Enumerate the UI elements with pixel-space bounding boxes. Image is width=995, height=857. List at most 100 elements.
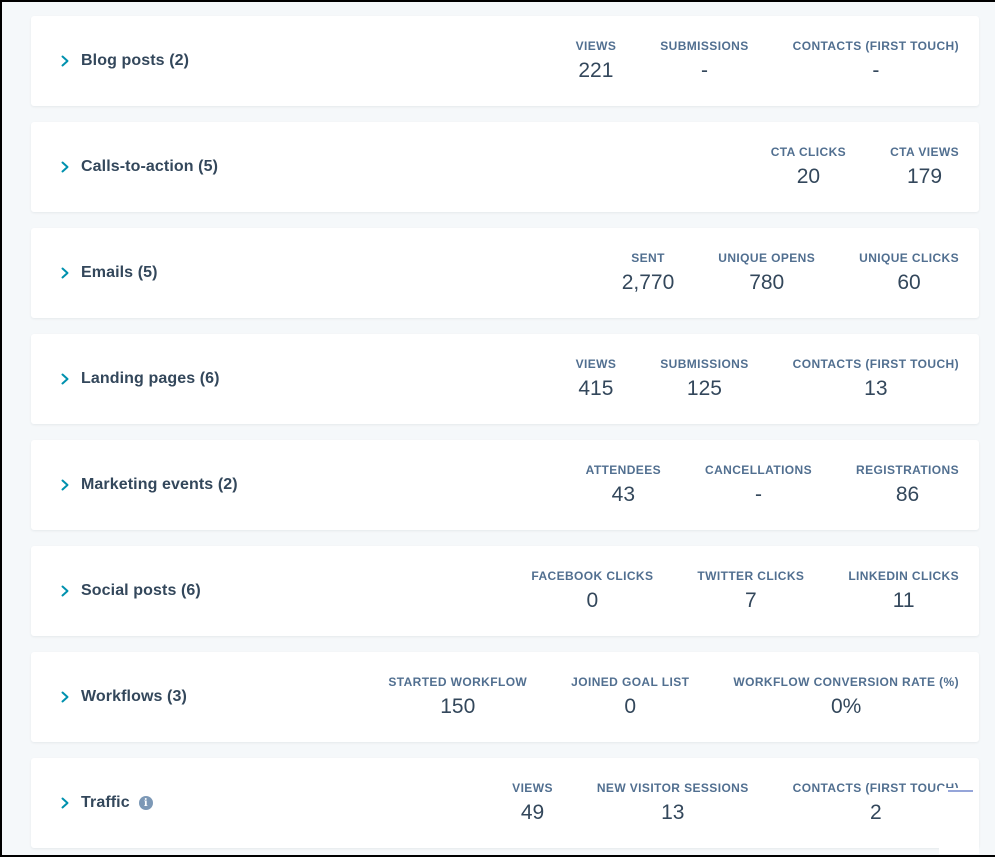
section-expand-toggle[interactable]: Marketing events (2) bbox=[31, 440, 238, 530]
metric-value: 49 bbox=[520, 801, 545, 824]
metric: CONTACTS (FIRST TOUCH) 13 bbox=[793, 334, 959, 401]
chevron-right-icon[interactable] bbox=[57, 371, 73, 387]
metric-value: 415 bbox=[578, 377, 614, 400]
metric-label: NEW VISITOR SESSIONS bbox=[596, 781, 749, 795]
chevron-right-icon[interactable] bbox=[57, 53, 73, 69]
metric-value: 150 bbox=[440, 695, 476, 718]
section-title: Social posts (6) bbox=[81, 582, 201, 599]
asset-sections-list: Blog posts (2) VIEWS 221 SUBMISSIONS - C… bbox=[31, 16, 979, 857]
metric-label: REGISTRATIONS bbox=[856, 463, 959, 477]
metric-value: 2 bbox=[869, 801, 882, 824]
section-metrics: SENT 2,770 UNIQUE OPENS 780 UNIQUE CLICK… bbox=[622, 228, 959, 318]
metric: UNIQUE CLICKS 60 bbox=[859, 228, 959, 295]
info-icon[interactable]: i bbox=[138, 796, 153, 810]
metric-label: CANCELLATIONS bbox=[705, 463, 813, 477]
chevron-right-icon[interactable] bbox=[57, 265, 73, 281]
section-title: Calls-to-action (5) bbox=[81, 158, 219, 175]
metric: ATTENDEES 43 bbox=[586, 440, 661, 507]
metric-label: LINKEDIN CLICKS bbox=[848, 569, 959, 583]
section-card-landing-pages: Landing pages (6) VIEWS 415 SUBMISSIONS … bbox=[31, 334, 979, 424]
metric: CTA CLICKS 20 bbox=[771, 122, 846, 189]
metric-label: VIEWS bbox=[512, 781, 553, 795]
section-card-workflows: Workflows (3) STARTED WORKFLOW 150 JOINE… bbox=[31, 652, 979, 742]
metric-label: FACEBOOK CLICKS bbox=[531, 569, 654, 583]
metric-label: WORKFLOW CONVERSION RATE (%) bbox=[733, 675, 959, 689]
section-card-social-posts: Social posts (6) FACEBOOK CLICKS 0 TWITT… bbox=[31, 546, 979, 636]
metric-label: CONTACTS (FIRST TOUCH) bbox=[792, 781, 959, 795]
section-card-emails: Emails (5) SENT 2,770 UNIQUE OPENS 780 U… bbox=[31, 228, 979, 318]
section-title: Landing pages (6) bbox=[81, 370, 220, 387]
metric: VIEWS 415 bbox=[576, 334, 617, 401]
metric-label: CONTACTS (FIRST TOUCH) bbox=[792, 357, 959, 371]
metric-value: - bbox=[872, 59, 880, 82]
metric-label: SENT bbox=[631, 251, 665, 265]
overlay-indicator bbox=[948, 790, 973, 792]
metric-label: CTA CLICKS bbox=[770, 145, 847, 159]
metric: CONTACTS (FIRST TOUCH) - bbox=[793, 16, 959, 83]
metric: CANCELLATIONS - bbox=[705, 440, 812, 507]
metric-label: VIEWS bbox=[575, 357, 617, 371]
metric-value: 43 bbox=[611, 483, 636, 506]
metric-label: CTA VIEWS bbox=[890, 145, 959, 159]
metric: VIEWS 221 bbox=[576, 16, 617, 83]
metric-value: 13 bbox=[864, 377, 888, 400]
section-expand-toggle[interactable]: Workflows (3) bbox=[31, 652, 187, 742]
section-metrics: FACEBOOK CLICKS 0 TWITTER CLICKS 7 LINKE… bbox=[531, 546, 959, 636]
metric-label: UNIQUE OPENS bbox=[718, 251, 816, 265]
section-card-marketing-events: Marketing events (2) ATTENDEES 43 CANCEL… bbox=[31, 440, 979, 530]
metric: LINKEDIN CLICKS 11 bbox=[848, 546, 959, 613]
metric-label: CONTACTS (FIRST TOUCH) bbox=[792, 39, 959, 53]
section-metrics: VIEWS 415 SUBMISSIONS 125 CONTACTS (FIRS… bbox=[576, 334, 959, 424]
section-metrics: ATTENDEES 43 CANCELLATIONS - REGISTRATIO… bbox=[586, 440, 959, 530]
metric-value: 60 bbox=[897, 271, 921, 294]
section-expand-toggle[interactable]: Traffic i bbox=[31, 758, 153, 848]
overlay-panel bbox=[939, 788, 979, 854]
metric-label: TWITTER CLICKS bbox=[697, 569, 805, 583]
chevron-right-icon[interactable] bbox=[57, 159, 73, 175]
section-card-traffic: Traffic i VIEWS 49 NEW VISITOR SESSIONS … bbox=[31, 758, 979, 854]
metric: UNIQUE OPENS 780 bbox=[718, 228, 815, 295]
chevron-right-icon[interactable] bbox=[57, 477, 73, 493]
metric-label: UNIQUE CLICKS bbox=[859, 251, 959, 265]
metric-value: 2,770 bbox=[621, 271, 675, 294]
metric-value: 11 bbox=[892, 589, 915, 612]
metric-value: - bbox=[755, 483, 763, 506]
metric-value: 13 bbox=[661, 801, 685, 824]
metric: CONTACTS (FIRST TOUCH) 2 bbox=[793, 758, 959, 825]
chevron-right-icon[interactable] bbox=[57, 689, 73, 705]
metric-value: 20 bbox=[796, 165, 821, 188]
chevron-right-icon[interactable] bbox=[57, 795, 73, 811]
section-expand-toggle[interactable]: Calls-to-action (5) bbox=[31, 122, 218, 212]
metric-label: SUBMISSIONS bbox=[660, 39, 749, 53]
section-metrics: VIEWS 221 SUBMISSIONS - CONTACTS (FIRST … bbox=[576, 16, 959, 106]
metric-value: 0% bbox=[831, 695, 862, 718]
metric-value: 86 bbox=[895, 483, 920, 506]
metric-value: 179 bbox=[907, 165, 943, 188]
section-title: Workflows (3) bbox=[81, 688, 187, 705]
metric-value: 0 bbox=[624, 695, 637, 718]
metric: REGISTRATIONS 86 bbox=[856, 440, 959, 507]
section-expand-toggle[interactable]: Landing pages (6) bbox=[31, 334, 220, 424]
metric: SUBMISSIONS - bbox=[660, 16, 748, 83]
metric-value: 125 bbox=[686, 377, 722, 400]
section-expand-toggle[interactable]: Emails (5) bbox=[31, 228, 158, 318]
metric-label: VIEWS bbox=[575, 39, 617, 53]
metric: SENT 2,770 bbox=[622, 228, 675, 295]
metric: STARTED WORKFLOW 150 bbox=[388, 652, 527, 719]
section-metrics: STARTED WORKFLOW 150 JOINED GOAL LIST 0 … bbox=[388, 652, 959, 742]
chevron-right-icon[interactable] bbox=[57, 583, 73, 599]
metric: JOINED GOAL LIST 0 bbox=[571, 652, 689, 719]
section-expand-toggle[interactable]: Social posts (6) bbox=[31, 546, 201, 636]
metric: FACEBOOK CLICKS 0 bbox=[531, 546, 653, 613]
metric-label: SUBMISSIONS bbox=[660, 357, 749, 371]
section-expand-toggle[interactable]: Blog posts (2) bbox=[31, 16, 189, 106]
metric-value: - bbox=[700, 59, 708, 82]
metric: SUBMISSIONS 125 bbox=[660, 334, 748, 401]
section-title: Blog posts (2) bbox=[81, 52, 190, 69]
section-title: Emails (5) bbox=[81, 264, 158, 281]
metric-label: ATTENDEES bbox=[585, 463, 662, 477]
metric: CTA VIEWS 179 bbox=[890, 122, 959, 189]
metric: VIEWS 49 bbox=[512, 758, 553, 825]
metric-value: 221 bbox=[578, 59, 614, 82]
section-card-calls-to-action: Calls-to-action (5) CTA CLICKS 20 CTA VI… bbox=[31, 122, 979, 212]
